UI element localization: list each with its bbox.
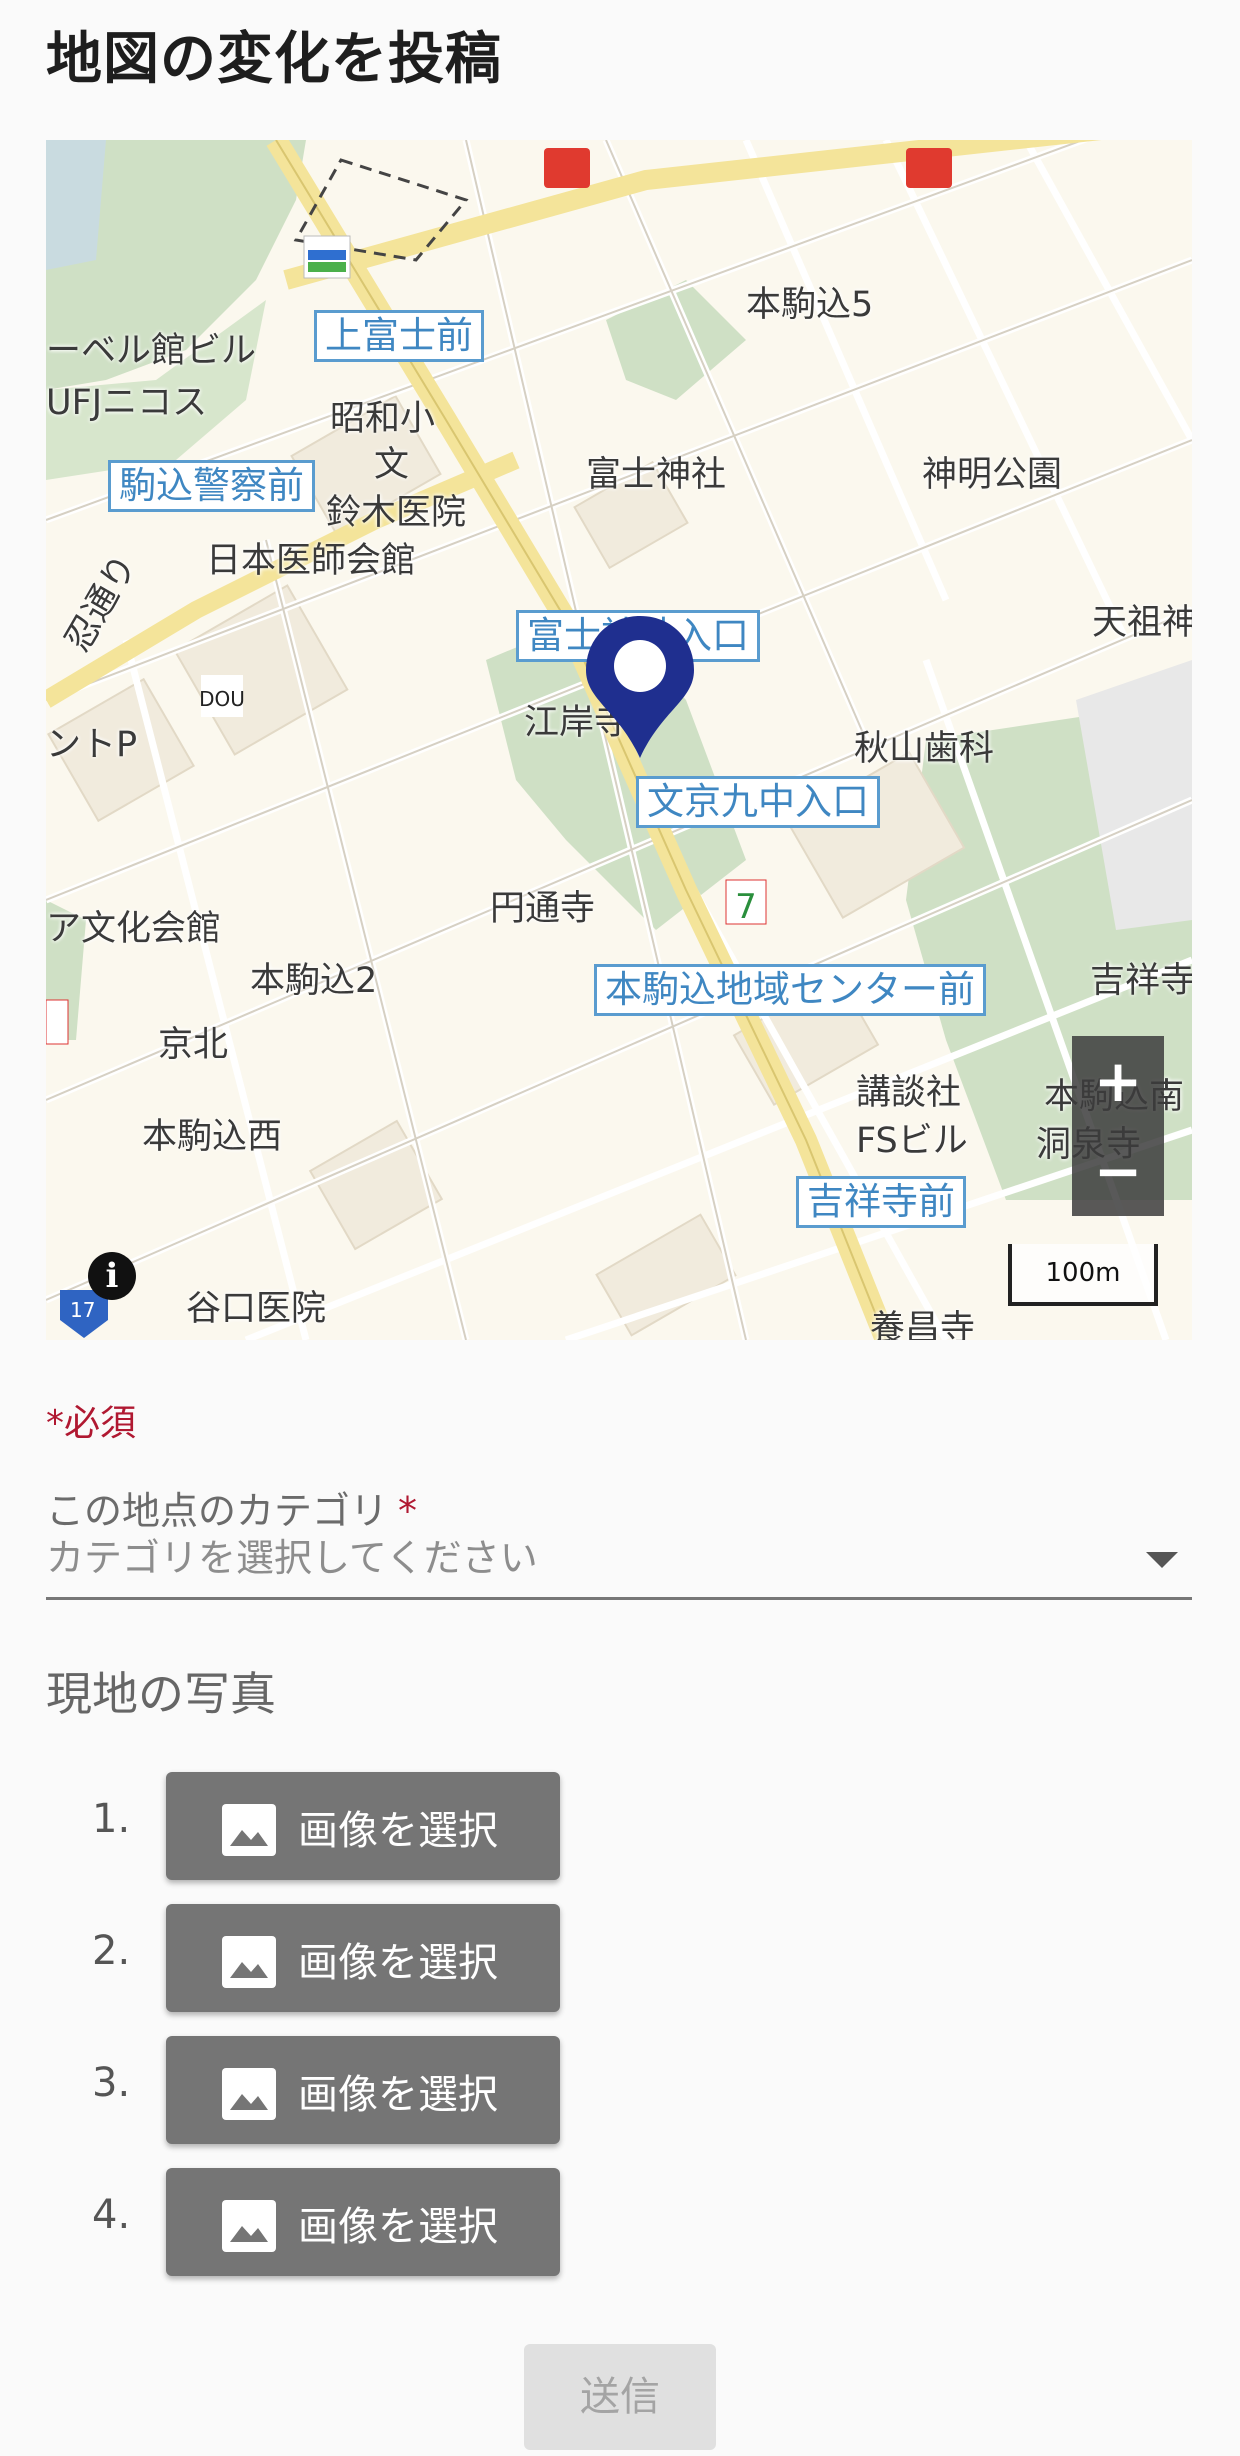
map-label-tenso: 天祖神: [1092, 603, 1192, 643]
map-label-shinmei-park: 神明公園: [922, 455, 1063, 495]
required-note: *必須: [46, 1403, 137, 1444]
map-label-parking: ントP: [46, 725, 138, 765]
map-scale-bar: 100m: [1008, 1244, 1158, 1306]
image-icon: [222, 2200, 276, 2252]
location-pin-icon[interactable]: [578, 610, 702, 760]
map-label-taniguchi-hospital: 谷口医院: [186, 1289, 327, 1329]
category-label: この地点のカテゴリ *: [46, 1480, 417, 1535]
photo-row-number: 1.: [92, 1796, 131, 1842]
zoom-out-button[interactable]: −: [1072, 1126, 1164, 1216]
category-select[interactable]: カテゴリを選択してください: [46, 1530, 1192, 1600]
map-view[interactable]: 7 DOU 本駒込5 富士神社 神明公園 天祖神 昭和小 文 鈴木医院 日本医師…: [46, 140, 1192, 1340]
map-label-entsuji: 円通寺: [490, 889, 596, 929]
map-label-nihon-ishikaikan: 日本医師会館: [206, 541, 417, 581]
dropdown-caret-icon: [1146, 1552, 1178, 1568]
photo-row: 1. 画像を選択: [0, 1772, 1240, 1880]
page: 地図の変化を投稿 7 DOU 本駒込5 富士神社 神明公園 天祖神 昭和小 文 …: [0, 0, 1240, 2456]
bus-stop-kichijojimae[interactable]: 吉祥寺前: [796, 1176, 966, 1228]
map-info-icon[interactable]: i: [88, 1252, 136, 1300]
select-image-label: 画像を選択: [298, 2204, 498, 2250]
route-number-label: 17: [70, 1298, 96, 1322]
bus-stop-community-center[interactable]: 本駒込地域センター前: [594, 964, 986, 1016]
photo-row-number: 2.: [92, 1928, 131, 1974]
zoom-control: + −: [1072, 1036, 1164, 1216]
photo-row: 3. 画像を選択: [0, 2036, 1240, 2144]
select-image-label: 画像を選択: [298, 2072, 498, 2118]
select-image-button[interactable]: 画像を選択: [166, 1772, 560, 1880]
select-image-label: 画像を選択: [298, 1940, 498, 1986]
category-label-text: この地点のカテゴリ: [46, 1489, 389, 1533]
photo-row-number: 3.: [92, 2060, 131, 2106]
photo-row: 4. 画像を選択: [0, 2168, 1240, 2276]
svg-text:7: 7: [735, 887, 757, 927]
svg-text:DOU: DOU: [199, 687, 245, 711]
select-image-button[interactable]: 画像を選択: [166, 2036, 560, 2144]
photos-section-title: 現地の写真: [46, 1667, 276, 1721]
map-label-ufj-nicos: UFJニコス: [46, 383, 208, 423]
category-select-placeholder: カテゴリを選択してください: [46, 1536, 538, 1580]
map-label-hon-komagome-west: 本駒込西: [142, 1117, 283, 1157]
map-label-akiyama-dental: 秋山歯科: [854, 729, 995, 769]
required-asterisk: *: [398, 1489, 418, 1533]
bus-stop-bunkyo9[interactable]: 文京九中入口: [636, 776, 880, 828]
map-label-kichijoji-temple: 吉祥寺: [1090, 961, 1192, 1001]
photo-row-number: 4.: [92, 2192, 131, 2238]
bus-stop-kamifujimae[interactable]: 上富士前: [314, 310, 484, 362]
map-label-kodansha: 講談社: [856, 1073, 962, 1113]
select-image-button[interactable]: 画像を選択: [166, 2168, 560, 2276]
bus-stop-komagome-police[interactable]: 駒込警察前: [108, 460, 315, 512]
page-title: 地図の変化を投稿: [46, 27, 502, 92]
map-label-fuji-shrine: 富士神社: [586, 455, 727, 495]
submit-button[interactable]: 送信: [524, 2344, 716, 2450]
map-label-fs-building: FSビル: [856, 1121, 968, 1161]
image-icon: [222, 1804, 276, 1856]
map-label-suzuki-hospital: 鈴木医院: [326, 493, 467, 533]
select-image-button[interactable]: 画像を選択: [166, 1904, 560, 2012]
photo-row: 2. 画像を選択: [0, 1904, 1240, 2012]
map-label-bunka-kaikan: ア文化会館: [46, 909, 222, 949]
map-label-hon-komagome5: 本駒込5: [746, 285, 874, 325]
map-label-yoshoji: 養昌寺: [870, 1309, 976, 1340]
image-icon: [222, 1936, 276, 1988]
select-image-label: 画像を選択: [298, 1808, 498, 1854]
map-label-kyohoku: 京北: [158, 1025, 229, 1065]
zoom-in-button[interactable]: +: [1072, 1036, 1164, 1126]
map-label-hon-komagome2: 本駒込2: [250, 961, 378, 1001]
image-icon: [222, 2068, 276, 2120]
map-label-school-symbol: 文: [374, 445, 410, 485]
map-label-showa-elementary: 昭和小: [330, 399, 436, 439]
map-label-nobel-building: ーベル館ビル: [46, 331, 257, 371]
